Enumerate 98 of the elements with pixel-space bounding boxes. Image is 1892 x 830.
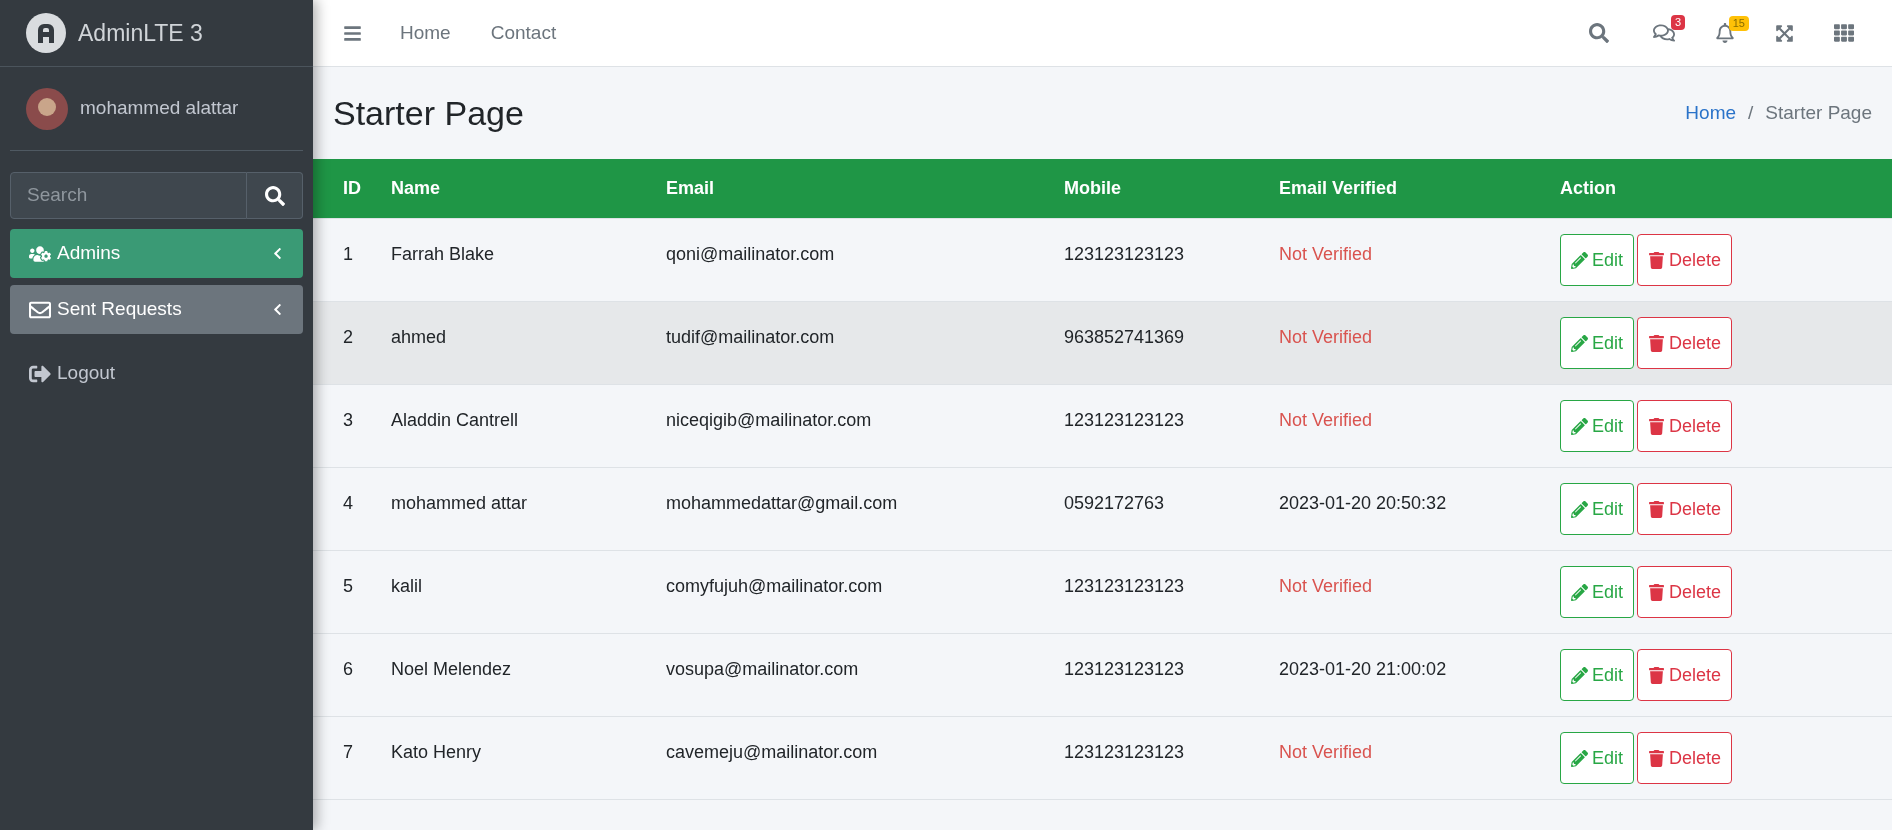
delete-button[interactable]: Delete [1637,732,1733,784]
column-header: Email [666,177,716,200]
table-cell-text: ahmed [391,326,448,349]
table-cell-text: 3 [342,409,354,432]
edit-button[interactable]: Edit [1560,317,1635,369]
bell-icon [1715,23,1735,43]
brand-logo-icon [26,13,66,53]
table-cell-text: Not Verified [1279,409,1374,432]
table-cell-text: 6 [342,658,354,681]
table-cell-text: 123123123123 [1064,575,1186,598]
trash-icon [1648,251,1666,269]
table-cell-text: 963852741369 [1064,326,1186,349]
table-cell-text: 123123123123 [1064,741,1186,764]
trash-icon [1648,334,1666,352]
menu-icon [343,23,362,43]
pencil-icon [1571,500,1588,518]
edit-button[interactable]: Edit [1560,732,1635,784]
delete-button[interactable]: Delete [1637,234,1733,286]
grid-icon [1834,23,1854,43]
pencil-icon [1571,583,1588,601]
sidebar-item[interactable]: Logout [10,349,303,398]
table-cell-text: 5 [342,575,354,598]
table-cell-text: niceqigib@mailinator.com [666,409,873,432]
edit-button[interactable]: Edit [1560,400,1635,452]
trash-icon [1648,500,1666,518]
trash-icon [1648,749,1666,767]
messages-badge: 3 [1670,15,1685,30]
table-cell-text: Not Verified [1279,741,1374,764]
table-cell-text: Kato Henry [391,741,483,764]
column-header: ID [342,177,362,200]
pencil-icon [1571,334,1588,352]
trash-icon [1648,417,1666,435]
nav-link[interactable]: Contact [490,18,557,48]
trash-icon [1648,583,1666,601]
table-cell-text: 123123123123 [1064,243,1186,266]
search-icon [1589,23,1609,43]
table-cell-text: 123123123123 [1064,658,1186,681]
breadcrumb-separator: / [1747,100,1755,125]
table-cell-text: cavemeju@mailinator.com [666,741,879,764]
sidebar-item-label: Sent Requests [57,297,183,322]
column-header: Email Verified [1279,177,1399,200]
brand-title[interactable]: AdminLTE 3 [78,15,203,51]
page-title: Starter Page [333,92,524,134]
edit-button[interactable]: Edit [1560,234,1635,286]
table-cell-text: Noel Melendez [391,658,513,681]
notifications-button[interactable]: 15 [1699,15,1751,51]
breadcrumb-link[interactable]: Home [1685,98,1737,128]
delete-button[interactable]: Delete [1637,400,1733,452]
table-cell-text: comyfujuh@mailinator.com [666,575,884,598]
table-cell-text: 2023-01-20 21:00:02 [1279,658,1448,681]
delete-button[interactable]: Delete [1637,566,1733,618]
column-header: Name [391,177,442,200]
table-cell-text: vosupa@mailinator.com [666,658,860,681]
column-header: Action [1560,177,1617,200]
pencil-icon [1571,251,1588,269]
table-cell-text: kalil [391,575,423,598]
table-cell-text: Not Verified [1279,575,1374,598]
delete-button[interactable]: Delete [1637,317,1733,369]
notifications-badge: 15 [1728,16,1749,31]
search-icon [264,185,285,206]
search-button[interactable] [247,172,303,219]
table-cell-text: 7 [342,741,354,764]
table-cell-text: 2023-01-20 20:50:32 [1279,492,1448,515]
table-cell-text: Aladdin Cantrell [391,409,520,432]
table-cell-text: 4 [342,492,354,515]
user-name[interactable]: mohammed alattar [80,94,239,123]
table-cell-text: 2 [342,326,354,349]
table-cell-text: mohammed attar [391,492,529,515]
expand-icon [1775,23,1794,43]
table-cell-text: Not Verified [1279,243,1374,266]
nav-link[interactable]: Home [400,18,451,48]
avatar [26,87,68,130]
table-cell-text: mohammedattar@gmail.com [666,492,899,515]
search-field[interactable]: Search [10,172,247,219]
pencil-icon [1571,666,1588,684]
current-page-text[interactable]: Starter Page [1765,98,1872,128]
table-cell-text: 123123123123 [1064,409,1186,432]
sidebar-item-label: Admins [57,241,122,266]
pencil-icon [1571,749,1588,767]
edit-button[interactable]: Edit [1560,566,1635,618]
column-header: Mobile [1064,177,1122,200]
table-cell-text: qoni@mailinator.com [666,243,836,266]
edit-button[interactable]: Edit [1560,483,1635,535]
table-cell-text: Not Verified [1279,326,1374,349]
messages-button[interactable]: 3 [1637,14,1691,52]
edit-button[interactable]: Edit [1560,649,1635,701]
table-cell-text: tudif@mailinator.com [666,326,836,349]
delete-button[interactable]: Delete [1637,649,1733,701]
delete-button[interactable]: Delete [1637,483,1733,535]
table-cell-text: 1 [342,243,354,266]
trash-icon [1648,666,1666,684]
table-cell-text: 0592172763 [1064,492,1166,515]
sidebar-item-label: Logout [57,361,117,386]
comments-icon [1653,22,1675,44]
table-cell-text: Farrah Blake [391,243,496,266]
sidebar-item[interactable]: Admins [10,229,303,278]
pencil-icon [1571,417,1588,435]
sidebar-item[interactable]: Sent Requests [10,285,303,334]
